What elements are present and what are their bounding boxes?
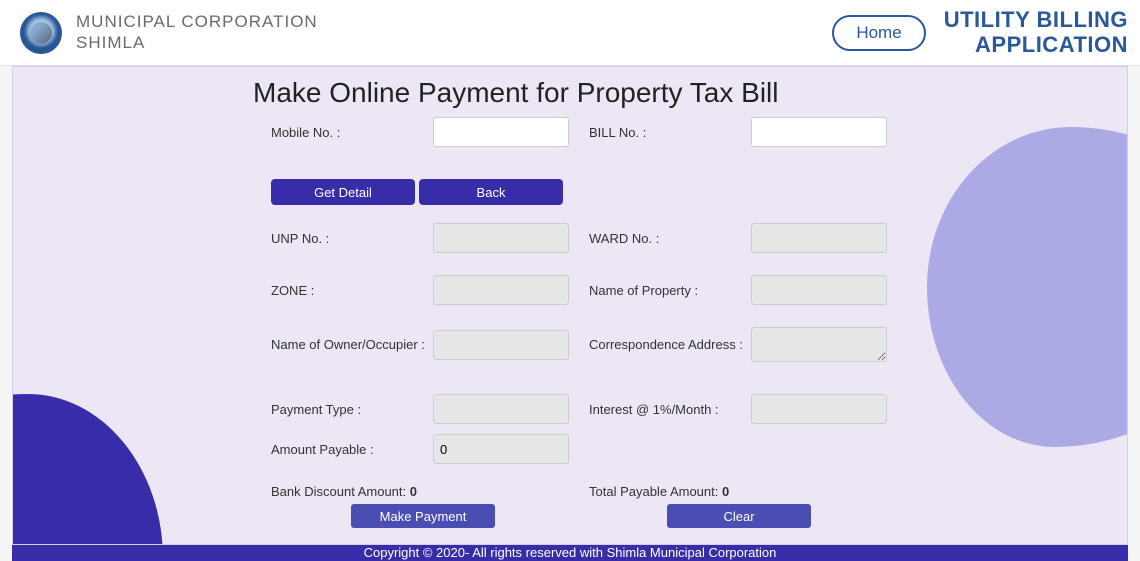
- make-payment-button[interactable]: Make Payment: [351, 504, 495, 528]
- home-button[interactable]: Home: [832, 15, 925, 51]
- label-address: Correspondence Address :: [589, 337, 751, 352]
- label-interest: Interest @ 1%/Month :: [589, 402, 751, 417]
- interest-input: [751, 394, 887, 424]
- owner-input: [433, 330, 569, 360]
- app-title: UTILITY BILLING APPLICATION: [944, 8, 1128, 56]
- action-buttons-bottom: Make Payment Clear: [13, 504, 1127, 528]
- mobile-input[interactable]: [433, 117, 569, 147]
- label-mobile: Mobile No. :: [271, 125, 433, 140]
- zone-input: [433, 275, 569, 305]
- footer-copyright: Copyright © 2020- All rights reserved wi…: [12, 545, 1128, 561]
- unp-input: [433, 223, 569, 253]
- page-title: Make Online Payment for Property Tax Bil…: [13, 67, 1127, 117]
- label-total-payable: Total Payable Amount:: [589, 484, 722, 499]
- label-zone: ZONE :: [271, 283, 433, 298]
- label-owner: Name of Owner/Occupier :: [271, 337, 433, 352]
- label-bill: BILL No. :: [589, 125, 751, 140]
- header-left: MUNICIPAL CORPORATION SHIMLA: [20, 12, 318, 54]
- label-amount-payable: Amount Payable :: [271, 442, 433, 457]
- ward-input: [751, 223, 887, 253]
- total-payable-value: 0: [722, 484, 729, 499]
- amount-payable-input: [433, 434, 569, 464]
- page-body: Make Online Payment for Property Tax Bil…: [12, 66, 1128, 545]
- label-property-name: Name of Property :: [589, 283, 751, 298]
- payment-type-input: [433, 394, 569, 424]
- address-input: [751, 327, 887, 362]
- org-title-line2: SHIMLA: [76, 33, 318, 53]
- property-name-input: [751, 275, 887, 305]
- bank-discount-value: 0: [410, 484, 417, 499]
- org-title-line1: MUNICIPAL CORPORATION: [76, 12, 318, 32]
- label-unp: UNP No. :: [271, 231, 433, 246]
- app-title-line2: APPLICATION: [944, 33, 1128, 57]
- label-bank-discount: Bank Discount Amount:: [271, 484, 410, 499]
- action-buttons-top: Get Detail Back: [271, 179, 1127, 205]
- org-logo-icon: [20, 12, 62, 54]
- payment-form: Mobile No. : BILL No. : Get Detail Back …: [13, 117, 1127, 499]
- back-button[interactable]: Back: [419, 179, 563, 205]
- get-detail-button[interactable]: Get Detail: [271, 179, 415, 205]
- summary-row: Bank Discount Amount: 0 Total Payable Am…: [271, 484, 1127, 499]
- bill-input[interactable]: [751, 117, 887, 147]
- label-ward: WARD No. :: [589, 231, 751, 246]
- header-bar: MUNICIPAL CORPORATION SHIMLA Home UTILIT…: [0, 0, 1140, 66]
- app-title-line1: UTILITY BILLING: [944, 8, 1128, 32]
- header-right: Home UTILITY BILLING APPLICATION: [832, 8, 1128, 56]
- clear-button[interactable]: Clear: [667, 504, 811, 528]
- label-payment-type: Payment Type :: [271, 402, 433, 417]
- org-title: MUNICIPAL CORPORATION SHIMLA: [76, 12, 318, 53]
